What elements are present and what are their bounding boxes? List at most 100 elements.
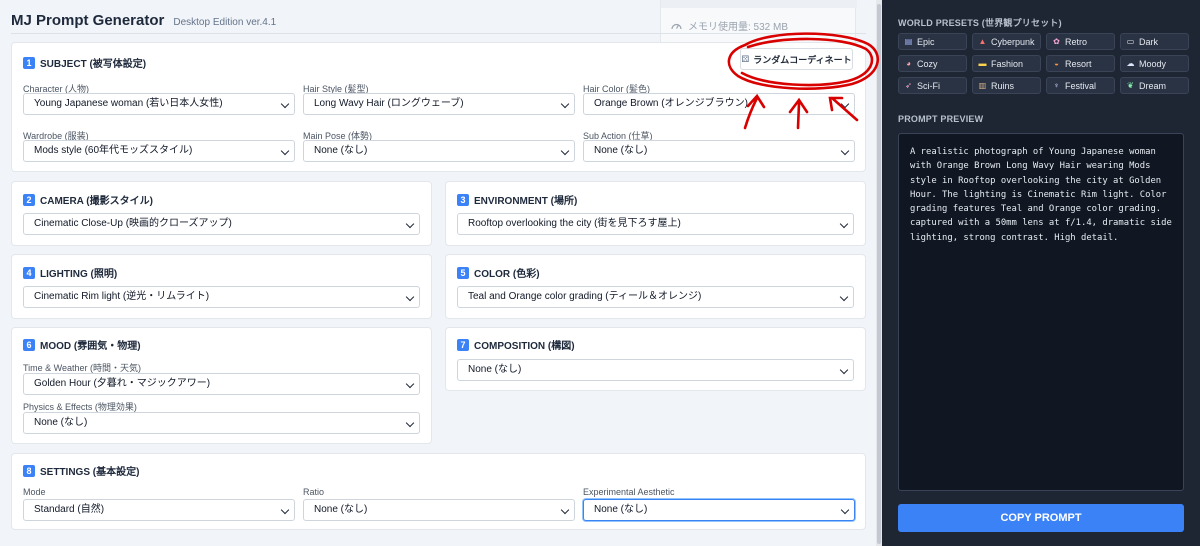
chevron-down-icon [839,292,849,302]
preset-cozy[interactable]: ◕ Cozy [898,55,967,72]
rocket-icon: ➶ [905,81,912,90]
lighting-title: 4 LIGHTING (照明) [23,265,117,280]
hair-color-value: Orange Brown (オレンジブラウン) [594,98,748,109]
composition-select[interactable]: None (なし) [457,359,854,381]
sub-action-select[interactable]: None (なし) [583,140,855,162]
random-coordinate-label: ランダムコーディネート [753,54,852,65]
camera-card: 2 CAMERA (撮影スタイル) Cinematic Close-Up (映画… [11,181,432,246]
mode-label: Mode [23,487,46,497]
lantern-icon: ♆ [1053,81,1060,90]
chevron-down-icon [405,292,415,302]
hair-color-select[interactable]: Orange Brown (オレンジブラウン) [583,93,855,115]
sub-action-value: None (なし) [594,145,648,156]
app-title: MJ Prompt Generator [11,12,165,29]
preset-retro[interactable]: ✿ Retro [1046,33,1115,50]
section-title-label: COLOR (色彩) [474,269,540,280]
chevron-down-icon [839,365,849,375]
leaf-icon: ❦ [1127,81,1134,90]
main-pose-select[interactable]: None (なし) [303,140,575,162]
preset-label: Festival [1065,80,1097,91]
main-pose-value: None (なし) [314,145,368,156]
hair-style-select[interactable]: Long Wavy Hair (ロングウェーブ) [303,93,575,115]
chevron-down-icon [560,146,570,156]
environment-value: Rooftop overlooking the city (街を見下ろす屋上) [468,218,681,229]
preset-label: Moody [1139,58,1167,69]
preset-label: Resort [1065,58,1092,69]
preset-label: Cozy [917,58,938,69]
preset-label: Dark [1139,36,1159,47]
preset-dark[interactable]: ▭ Dark [1120,33,1189,50]
preset-dream[interactable]: ❦ Dream [1120,77,1189,94]
preset-label: Sci-Fi [917,80,940,91]
copy-prompt-button[interactable]: COPY PROMPT [898,504,1184,532]
memory-panel: メモリ使用量: 532 MB [660,0,857,43]
section-number: 7 [457,338,469,351]
color-title: 5 COLOR (色彩) [457,265,540,280]
composition-title: 7 COMPOSITION (構図) [457,337,575,352]
sidebar: WORLD PRESETS (世界観プリセット) ▤ Epic ▲ Cyberpunk… [882,0,1200,546]
experimental-aesthetic-value: None (なし) [594,504,648,515]
chevron-down-icon [405,379,415,389]
chevron-down-icon [280,99,290,109]
preset-label: Retro [1065,36,1088,47]
chevron-down-icon [280,505,290,515]
camera-select[interactable]: Cinematic Close-Up (映画的クローズアップ) [23,213,420,235]
section-title-label: SETTINGS (基本設定) [40,467,140,478]
memory-panel-strip [661,0,857,8]
chevron-down-icon [840,99,850,109]
blossom-icon: ✿ [1053,37,1060,46]
mood-title: 6 MOOD (雰囲気・物理) [23,337,141,352]
preset-epic[interactable]: ▤ Epic [898,33,967,50]
mode-select[interactable]: Standard (自然) [23,499,295,521]
memory-usage: メモリ使用量: 532 MB [671,18,788,33]
section-title-label: MOOD (雰囲気・物理) [40,341,141,352]
dashboard-icon [671,23,682,29]
experimental-aesthetic-label: Experimental Aesthetic [583,487,675,497]
mode-value: Standard (自然) [34,504,105,515]
main-scrollbar-thumb[interactable] [877,4,881,544]
environment-select[interactable]: Rooftop overlooking the city (街を見下ろす屋上) [457,213,854,235]
section-title-label: LIGHTING (照明) [40,269,118,280]
preset-label: Fashion [991,58,1024,69]
time-weather-value: Golden Hour (夕暮れ・マジックアワー) [34,378,211,389]
chevron-down-icon [405,418,415,428]
preset-sci-fi[interactable]: ➶ Sci-Fi [898,77,967,94]
mood-card: 6 MOOD (雰囲気・物理) Time & Weather (時間・天気) G… [11,327,432,444]
hair-style-value: Long Wavy Hair (ロングウェーブ) [314,98,464,109]
prompt-preview-text[interactable]: A realistic photograph of Young Japanese… [898,133,1184,491]
preset-ruins[interactable]: ▥ Ruins [972,77,1041,94]
section-number: 4 [23,266,35,279]
preset-cyberpunk[interactable]: ▲ Cyberpunk [972,33,1041,50]
section-number: 1 [23,56,35,69]
preset-fashion[interactable]: ▬ Fashion [972,55,1041,72]
prompt-preview-title: PROMPT PREVIEW [898,114,984,124]
composition-value: None (なし) [468,364,522,375]
section-number: 8 [23,464,35,477]
book-icon: ▭ [1126,37,1135,46]
chevron-down-icon [840,146,850,156]
color-select[interactable]: Teal and Orange color grading (ティール＆オレンジ… [457,286,854,308]
lighting-select[interactable]: Cinematic Rim light (逆光・リムライト) [23,286,420,308]
physics-effects-select[interactable]: None (なし) [23,412,420,434]
preset-resort[interactable]: ◒ Resort [1046,55,1115,72]
beach-icon: ◒ [1054,59,1059,68]
monitor-icon: ▬ [978,59,987,68]
tower-icon: ▲ [978,37,987,46]
color-card: 5 COLOR (色彩) Teal and Orange color gradi… [445,254,866,319]
preset-moody[interactable]: ☁ Moody [1120,55,1189,72]
main-panel: メモリ使用量: 532 MB MJ Prompt Generator Deskt… [0,0,876,546]
preset-festival[interactable]: ♆ Festival [1046,77,1115,94]
preset-label: Ruins [991,80,1015,91]
character-select[interactable]: Young Japanese woman (若い日本人女性) [23,93,295,115]
ratio-select[interactable]: None (なし) [303,499,575,521]
scroll-icon: ▤ [904,37,913,46]
random-coordinate-button[interactable]: ⚄ ランダムコーディネート [740,48,853,70]
time-weather-select[interactable]: Golden Hour (夕暮れ・マジックアワー) [23,373,420,395]
experimental-aesthetic-select[interactable]: None (なし) [583,499,855,521]
wardrobe-value: Mods style (60年代モッズスタイル) [34,145,193,156]
section-number: 6 [23,338,35,351]
chevron-down-icon [560,99,570,109]
wardrobe-select[interactable]: Mods style (60年代モッズスタイル) [23,140,295,162]
world-presets-title: WORLD PRESETS (世界観プリセット) [898,18,1062,28]
lighting-value: Cinematic Rim light (逆光・リムライト) [34,291,210,302]
